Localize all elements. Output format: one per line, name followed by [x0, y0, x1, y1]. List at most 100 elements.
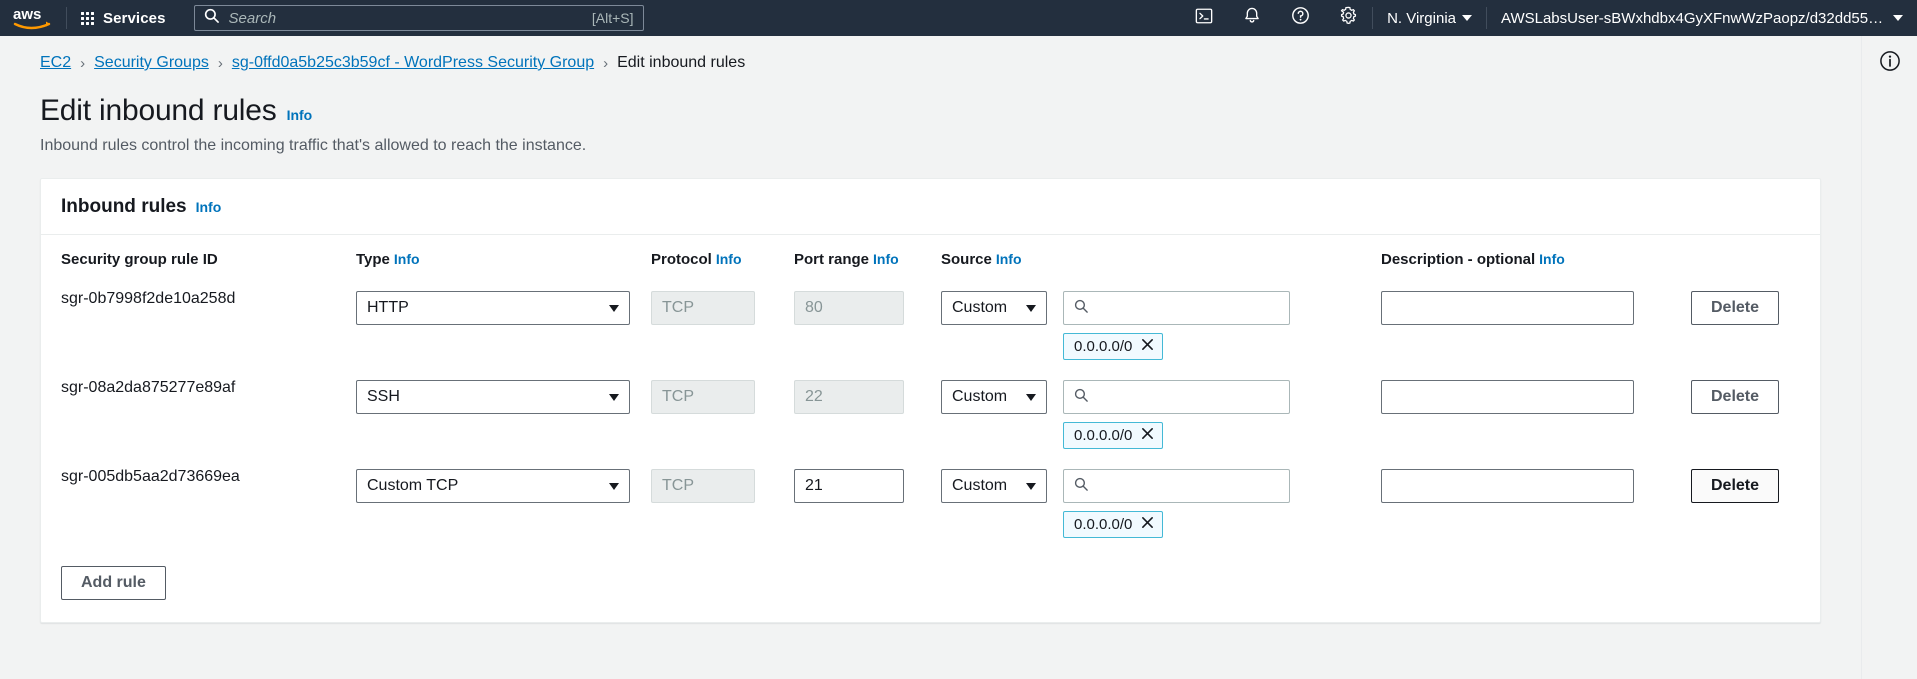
- type-select[interactable]: Custom TCP: [356, 469, 630, 503]
- column-header-actions: [1691, 235, 1800, 281]
- rule-type-cell: SSH: [356, 370, 651, 459]
- source-search-input[interactable]: [1063, 380, 1290, 414]
- info-circle-icon[interactable]: [1879, 50, 1901, 77]
- rule-source-cell: Custom 0.0.0.0/0: [941, 281, 1381, 370]
- column-header-description: Description - optional Info: [1381, 235, 1691, 281]
- close-icon[interactable]: [1141, 427, 1154, 444]
- source-token-label: 0.0.0.0/0: [1074, 427, 1133, 444]
- protocol-input: TCP: [651, 380, 755, 414]
- rule-source-cell: Custom 0.0.0.0/0: [941, 459, 1381, 548]
- protocol-info-link[interactable]: Info: [716, 251, 742, 267]
- source-type-value: Custom: [952, 477, 1008, 494]
- rule-id-cell: sgr-005db5aa2d73669ea: [61, 468, 240, 485]
- source-search-field[interactable]: [1096, 476, 1279, 496]
- breadcrumb-item-current: Edit inbound rules: [617, 54, 746, 71]
- protocol-value: TCP: [662, 477, 694, 494]
- source-search-input[interactable]: [1063, 469, 1290, 503]
- breadcrumb-item-ec2[interactable]: EC2: [40, 54, 71, 72]
- search-icon: [1074, 298, 1088, 318]
- column-header-type: Type Info: [356, 235, 651, 281]
- right-side-panel: [1861, 36, 1917, 679]
- page-title-text: Edit inbound rules: [40, 94, 277, 127]
- description-input[interactable]: [1381, 291, 1634, 325]
- breadcrumb-item-security-group[interactable]: sg-0ffd0a5b25c3b59cf - WordPress Securit…: [232, 54, 594, 72]
- main-content: EC2 › Security Groups › sg-0ffd0a5b25c3b…: [0, 36, 1861, 679]
- rule-source-cell: Custom 0.0.0.0/0: [941, 370, 1381, 459]
- protocol-input: TCP: [651, 469, 755, 503]
- aws-logo[interactable]: aws: [0, 0, 66, 36]
- add-rule-button[interactable]: Add rule: [61, 566, 166, 600]
- services-menu-button[interactable]: Services: [67, 0, 180, 36]
- source-type-value: Custom: [952, 299, 1008, 316]
- chevron-down-icon: [1462, 15, 1472, 21]
- source-search-field[interactable]: [1096, 298, 1279, 318]
- chevron-down-icon: [609, 393, 619, 401]
- source-info-link[interactable]: Info: [996, 251, 1022, 267]
- rule-id-cell: sgr-08a2da875277e89af: [61, 379, 236, 396]
- column-header-type-label: Type: [356, 251, 390, 268]
- delete-rule-button[interactable]: Delete: [1691, 380, 1780, 414]
- delete-rule-button[interactable]: Delete: [1691, 469, 1780, 503]
- description-input[interactable]: [1381, 469, 1634, 503]
- grid-icon: [81, 11, 94, 25]
- help-button[interactable]: [1276, 0, 1324, 36]
- rule-protocol-cell: TCP: [651, 370, 794, 459]
- chevron-down-icon: [1026, 482, 1036, 490]
- chevron-down-icon: [1026, 393, 1036, 401]
- chevron-down-icon: [1893, 15, 1903, 21]
- delete-rule-button[interactable]: Delete: [1691, 291, 1780, 325]
- region-label: N. Virginia: [1387, 9, 1456, 27]
- rule-actions-cell: Delete: [1691, 370, 1800, 459]
- chevron-down-icon: [609, 304, 619, 312]
- port-range-input[interactable]: 21: [794, 469, 904, 503]
- rule-description-cell: [1381, 370, 1691, 459]
- page-title-info-link[interactable]: Info: [287, 107, 313, 123]
- column-header-rule-id: Security group rule ID: [61, 235, 356, 281]
- protocol-input: TCP: [651, 291, 755, 325]
- source-type-select[interactable]: Custom: [941, 291, 1047, 325]
- account-menu[interactable]: AWSLabsUser-sBWxhdbx4GyXFnwWzPaopz/d32dd…: [1487, 0, 1917, 36]
- source-search-field[interactable]: [1096, 387, 1279, 407]
- cloudshell-button[interactable]: [1180, 0, 1228, 36]
- table-row: sgr-08a2da875277e89af SSH TCP 22 Custom …: [61, 370, 1800, 459]
- bell-icon: [1243, 6, 1261, 30]
- rule-actions-cell: Delete: [1691, 281, 1800, 370]
- column-header-source-label: Source: [941, 251, 992, 268]
- description-input[interactable]: [1381, 380, 1634, 414]
- search-icon: [1074, 387, 1088, 407]
- close-icon[interactable]: [1141, 516, 1154, 533]
- source-search-input[interactable]: [1063, 291, 1290, 325]
- top-navigation-bar: aws Services [Alt+S]: [0, 0, 1917, 36]
- page-title: Edit inbound rules Info: [40, 94, 1861, 128]
- rule-description-cell: [1381, 281, 1691, 370]
- region-selector[interactable]: N. Virginia: [1373, 0, 1486, 36]
- breadcrumb-item-security-groups[interactable]: Security Groups: [94, 54, 209, 72]
- description-info-link[interactable]: Info: [1539, 251, 1565, 267]
- source-token: 0.0.0.0/0: [1063, 511, 1164, 538]
- search-input[interactable]: [226, 8, 584, 28]
- close-icon[interactable]: [1141, 338, 1154, 355]
- global-search-box[interactable]: [Alt+S]: [193, 5, 644, 31]
- port-range-value: 21: [805, 477, 823, 494]
- rule-type-cell: HTTP: [356, 281, 651, 370]
- inbound-rules-table: Security group rule ID Type Info Protocol…: [61, 235, 1800, 548]
- settings-button[interactable]: [1324, 0, 1372, 36]
- source-type-select[interactable]: Custom: [941, 469, 1047, 503]
- type-select[interactable]: SSH: [356, 380, 630, 414]
- table-body-rows: sgr-0b7998f2de10a258d HTTP TCP 80 Custom…: [61, 281, 1800, 548]
- cloudshell-icon: [1195, 7, 1213, 30]
- inbound-rules-card: Inbound rules Info Security group rule I…: [40, 178, 1821, 623]
- table-row: sgr-0b7998f2de10a258d HTTP TCP 80 Custom…: [61, 281, 1800, 370]
- type-info-link[interactable]: Info: [394, 251, 420, 267]
- notifications-button[interactable]: [1228, 0, 1276, 36]
- rule-id-cell: sgr-0b7998f2de10a258d: [61, 290, 236, 307]
- port-info-link[interactable]: Info: [873, 251, 899, 267]
- source-type-select[interactable]: Custom: [941, 380, 1047, 414]
- type-select[interactable]: HTTP: [356, 291, 630, 325]
- column-header-source: Source Info: [941, 235, 1381, 281]
- source-type-value: Custom: [952, 388, 1008, 405]
- source-token-label: 0.0.0.0/0: [1074, 516, 1133, 533]
- port-range-value: 80: [805, 299, 823, 316]
- port-range-value: 22: [805, 388, 823, 405]
- card-info-link[interactable]: Info: [196, 199, 222, 215]
